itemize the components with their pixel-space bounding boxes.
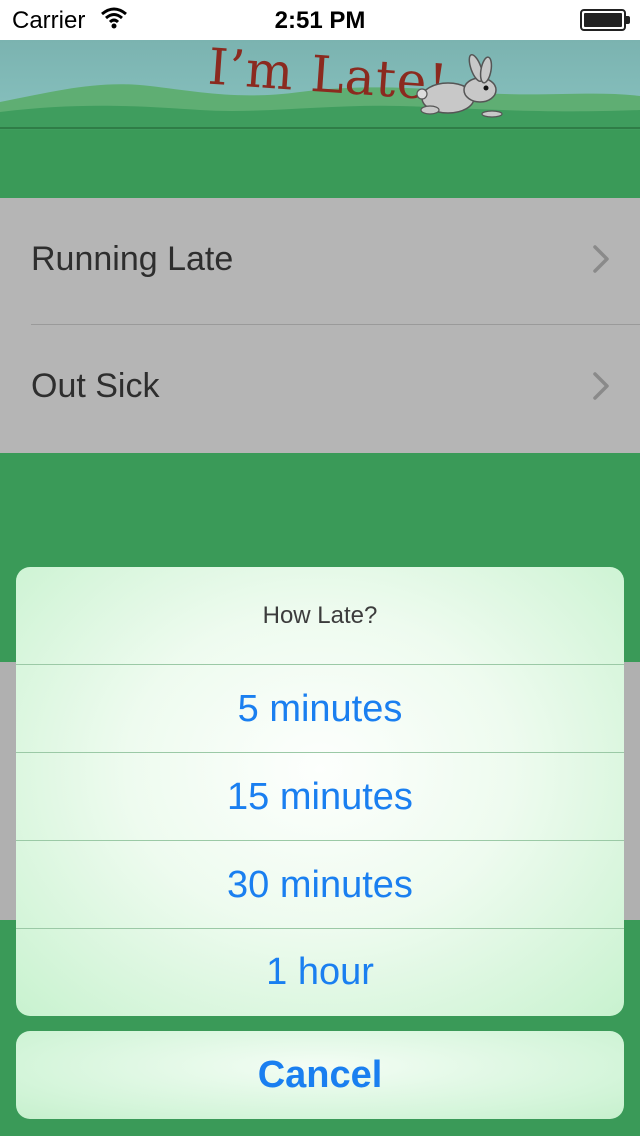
menu-item-out-sick[interactable]: Out Sick: [0, 325, 640, 452]
battery-icon: [580, 9, 630, 31]
action-sheet: How Late? 5 minutes 15 minutes 30 minute…: [16, 567, 624, 1016]
option-5-minutes-button[interactable]: 5 minutes: [16, 665, 624, 753]
menu-item-label: Out Sick: [31, 367, 160, 405]
app-header-banner: I’m Late!: [0, 40, 640, 130]
battery-fill: [584, 13, 622, 27]
chevron-right-icon: [593, 245, 609, 273]
cancel-button[interactable]: Cancel: [16, 1031, 624, 1119]
menu-item-label: Running Late: [31, 240, 234, 278]
main-menu-list: Running Late Out Sick: [0, 198, 640, 453]
status-time: 2:51 PM: [274, 7, 366, 34]
status-bar: Carrier 2:51 PM: [0, 0, 640, 40]
chevron-right-icon: [593, 372, 609, 400]
option-15-minutes-button[interactable]: 15 minutes: [16, 753, 624, 841]
option-1-hour-button[interactable]: 1 hour: [16, 928, 624, 1016]
rabbit-icon: [416, 53, 503, 118]
action-sheet-title: How Late?: [262, 602, 378, 629]
menu-item-running-late[interactable]: Running Late: [0, 198, 640, 325]
option-30-minutes-button[interactable]: 30 minutes: [16, 841, 624, 929]
